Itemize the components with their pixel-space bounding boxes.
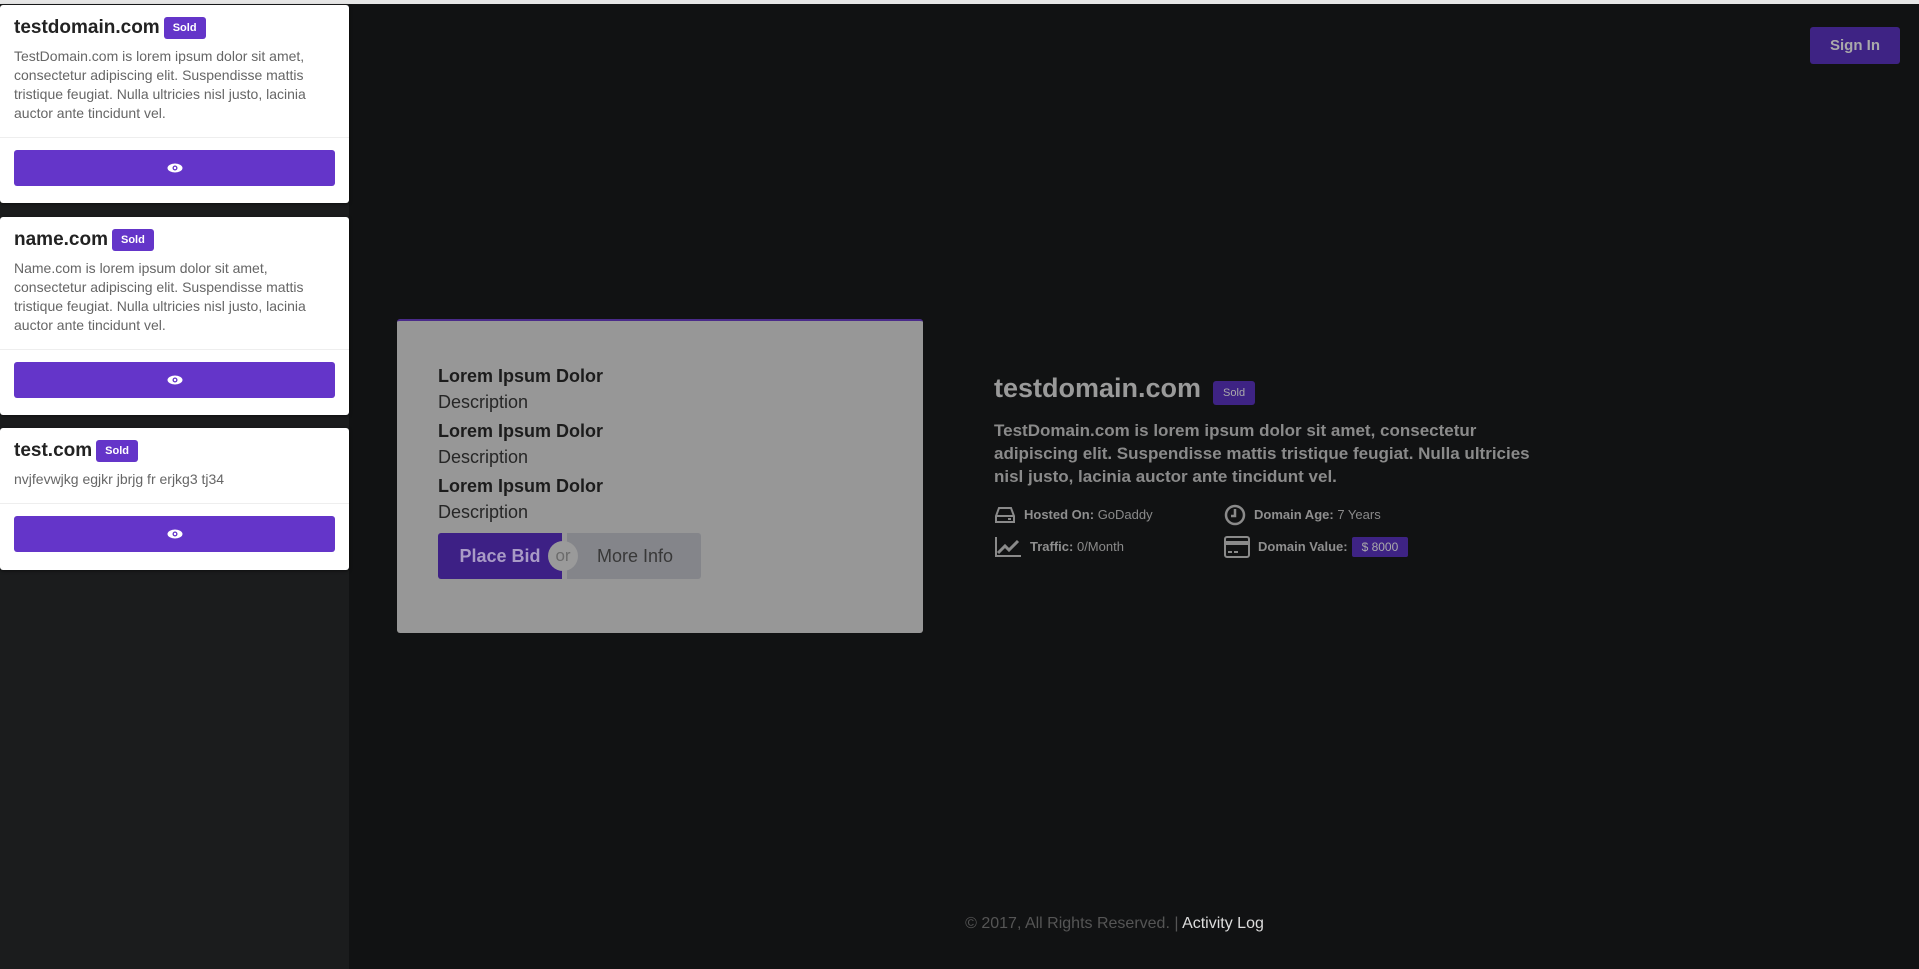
domain-info: testdomain.com Sold TestDomain.com is lor… [994, 373, 1534, 558]
card-description: TestDomain.com is lorem ipsum dolor sit … [14, 48, 306, 121]
more-info-button[interactable]: More Info [567, 533, 701, 579]
sold-badge: Sold [96, 440, 138, 462]
item-description: Description [438, 392, 529, 412]
item-title: Lorem Ipsum Dolor [438, 476, 604, 496]
sign-in-button[interactable]: Sign In [1810, 27, 1900, 64]
age-label: Domain Age: [1254, 507, 1334, 523]
item-title: Lorem Ipsum Dolor [438, 421, 604, 441]
sold-badge: Sold [1213, 380, 1256, 405]
domain-card: testdomain.com Sold TestDomain.com is lor… [0, 5, 349, 203]
domain-card: test.com Sold nvjfevwjkg egjkr jbrjg fr e… [0, 428, 349, 570]
footer: © 2017, All Rights Reserved. | Activity … [0, 915, 1919, 933]
copyright: © 2017, All Rights Reserved. | [965, 915, 1179, 932]
line-chart-icon [995, 536, 1021, 557]
domain-card: name.com Sold Name.com is lorem ipsum dol… [0, 217, 349, 415]
item-description: Description [438, 447, 529, 467]
sold-badge: Sold [163, 17, 206, 39]
domain-value-badge: $ 8000 [1351, 537, 1409, 558]
hard-drive-icon [995, 506, 1015, 523]
view-button[interactable] [14, 150, 335, 186]
activity-log-link[interactable]: Activity Log [1182, 915, 1264, 932]
card-title: testdomain.com [14, 17, 160, 38]
card-title: test.com [14, 440, 93, 461]
traffic-label: Traffic: [1030, 539, 1074, 555]
clock-icon [1224, 504, 1246, 526]
sidebar: testdomain.com Sold TestDomain.com is lor… [0, 4, 349, 969]
card-title: name.com [14, 229, 108, 250]
item-title: Lorem Ipsum Dolor [438, 366, 604, 386]
button-group: Place Bid or More Info [438, 533, 882, 579]
value-label: Domain Value: [1258, 539, 1348, 555]
item-description: Description [438, 502, 529, 522]
hosted-label: Hosted On: [1024, 507, 1095, 523]
card-description: Name.com is lorem ipsum dolor sit amet, … [14, 260, 306, 333]
credit-card-icon [1224, 535, 1250, 558]
age-value: 7 Years [1337, 507, 1381, 523]
eye-icon [167, 375, 182, 385]
view-button[interactable] [14, 362, 335, 398]
sold-badge: Sold [111, 229, 154, 251]
view-button[interactable] [14, 516, 335, 552]
hosted-value: GoDaddy [1097, 507, 1153, 523]
domain-title: testdomain.com [994, 373, 1202, 403]
place-bid-button[interactable]: Place Bid [438, 533, 562, 579]
traffic-value: 0/Month [1076, 539, 1124, 555]
eye-icon [167, 529, 182, 539]
card-description: nvjfevwjkg egjkr jbrjg fr erjkg3 tj34 [14, 471, 225, 487]
domain-description: TestDomain.com is lorem ipsum dolor sit … [994, 420, 1530, 486]
or-divider: or [548, 541, 578, 571]
bid-card: Lorem Ipsum Dolor Description Lorem Ipsu… [397, 319, 923, 633]
eye-icon [167, 163, 182, 173]
